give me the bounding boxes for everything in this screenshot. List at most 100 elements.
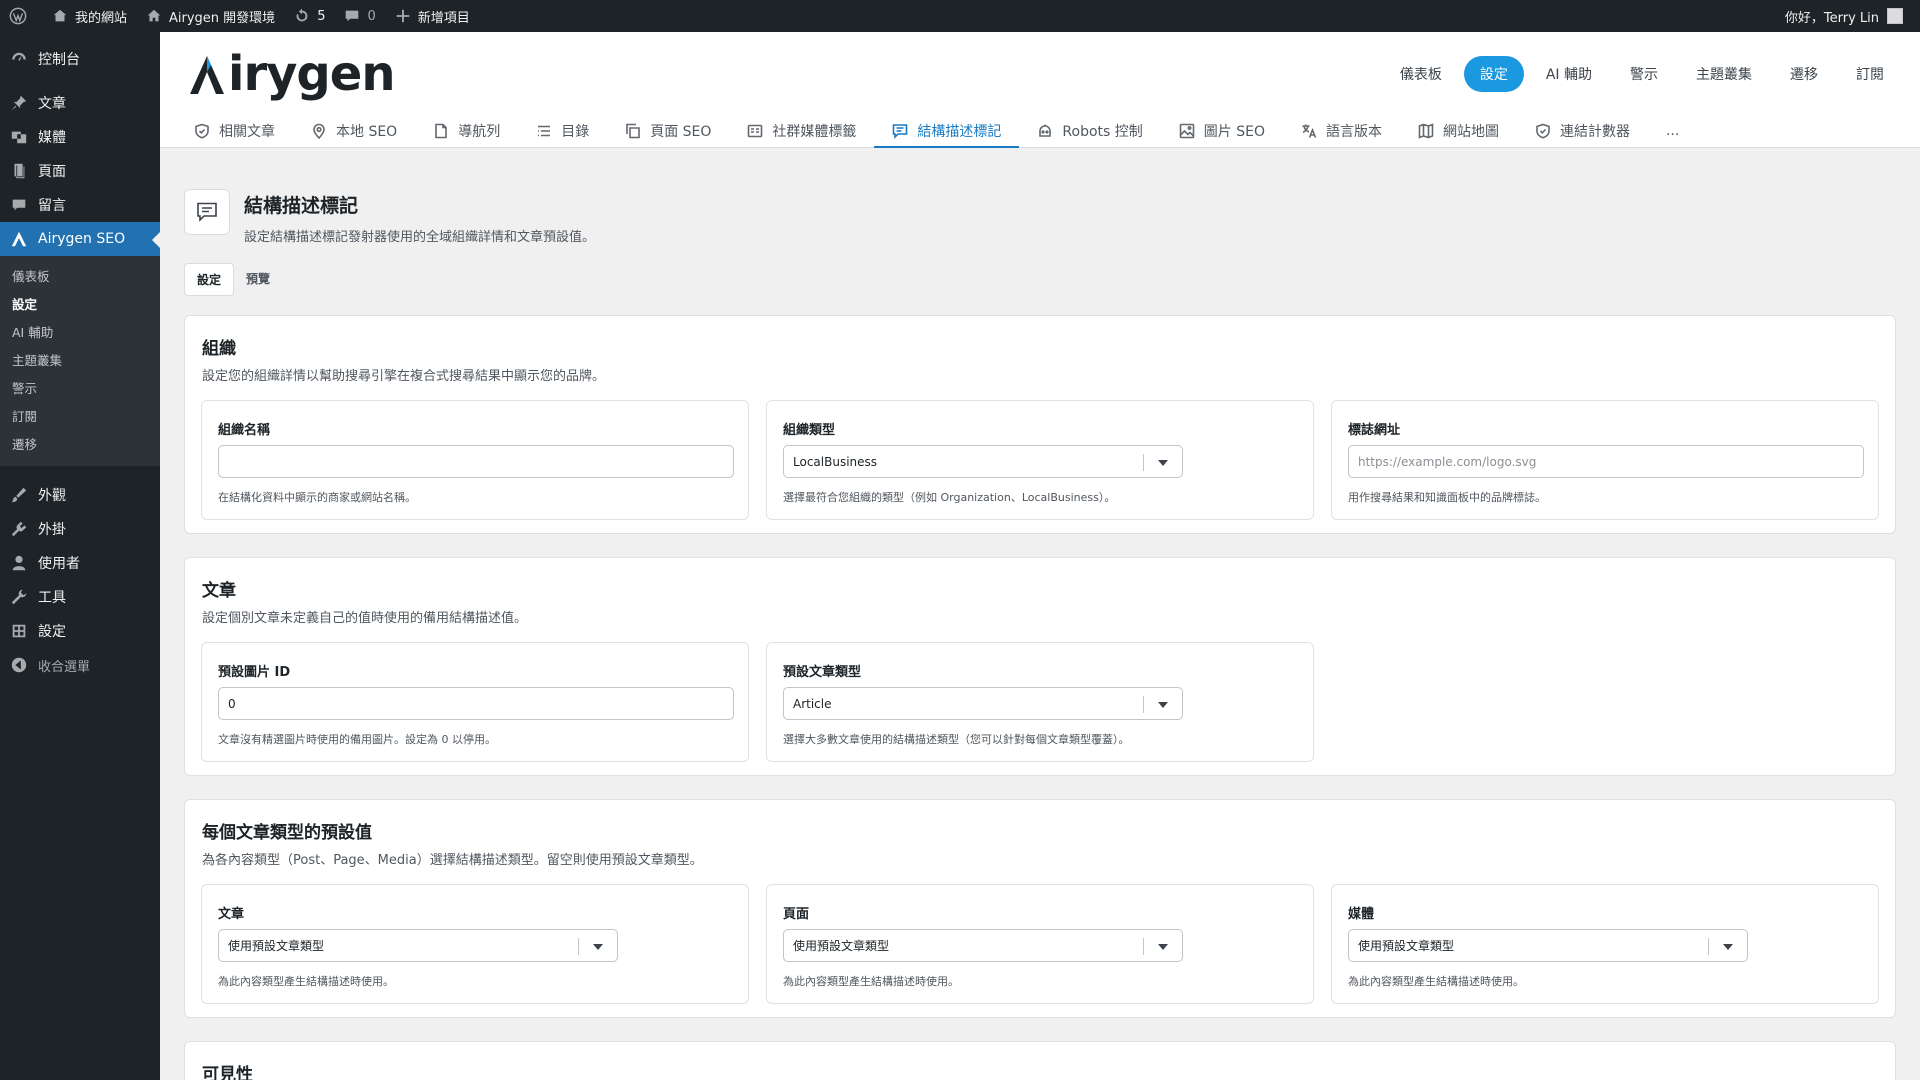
topnav-dashboard[interactable]: 儀表板 (1384, 56, 1458, 92)
tab-image-seo[interactable]: 圖片 SEO (1161, 116, 1283, 148)
settings-tabs: 相關文章 本地 SEO 導航列 目錄 頁面 SEO 社群媒體標籤 結構描述標記 (160, 116, 1920, 148)
sidebar-item-label: 文章 (38, 96, 66, 112)
sidebar-item-media[interactable]: 媒體 (0, 120, 160, 154)
article-type-select[interactable]: Article (783, 687, 1183, 720)
refresh-icon (296, 8, 308, 22)
submenu-item-subscription[interactable]: 訂閱 (0, 403, 160, 431)
tab-toc[interactable]: 目錄 (518, 116, 607, 148)
sidebar-item-appearance[interactable]: 外觀 (0, 478, 160, 512)
collapse-label: 收合選單 (38, 659, 91, 675)
wordpress-logo-button[interactable] (0, 0, 42, 32)
field-label: 文章 (218, 907, 245, 922)
select-separator (1143, 696, 1144, 713)
pages-icon (14, 163, 25, 179)
account-link[interactable]: 你好，Terry Lin (1776, 0, 1912, 32)
sidebar-item-posts[interactable]: 文章 (0, 86, 160, 120)
tab-label: 社群媒體標籤 (772, 124, 857, 140)
tab-label: Robots 控制 (1062, 124, 1143, 140)
sidebar-item-settings[interactable]: 設定 (0, 614, 160, 648)
sidebar-item-users[interactable]: 使用者 (0, 546, 160, 580)
submenu-item-ai[interactable]: AI 輔助 (0, 319, 160, 347)
logo-url-input[interactable] (1348, 445, 1864, 478)
user-icon (12, 555, 26, 571)
sidebar-item-label: 外觀 (38, 488, 66, 504)
submenu-item-clusters[interactable]: 主題叢集 (0, 347, 160, 375)
new-item-label: 新增項目 (417, 10, 470, 26)
topnav-clusters[interactable]: 主題叢集 (1680, 56, 1768, 92)
main-content: 結構描述標記 設定結構描述標記發射器使用的全域組織詳情和文章預設值。 設定 預覽… (160, 149, 1920, 1080)
post-type-field: 文章 使用預設文章類型 為此內容類型產生結構描述時使用。 (201, 884, 749, 1004)
tab-sitemap[interactable]: 網站地圖 (1400, 116, 1517, 148)
tab-robots[interactable]: Robots 控制 (1019, 116, 1160, 148)
field-help: 為此內容類型產生結構描述時使用。 (218, 975, 394, 988)
field-help: 文章沒有精選圖片時使用的備用圖片。設定為 0 以停用。 (218, 733, 496, 746)
site-name-label: 我的網站 (75, 10, 128, 26)
sidebar-item-label: 控制台 (38, 52, 80, 68)
submenu-item-migration[interactable]: 遷移 (0, 431, 160, 459)
tab-label: 連結計數器 (1559, 124, 1630, 140)
tab-breadcrumbs[interactable]: 導航列 (415, 116, 518, 148)
tab-link-counter[interactable]: 連結計數器 (1517, 116, 1648, 148)
chevron-down-icon (593, 944, 603, 950)
sidebar-item-dashboard[interactable]: 控制台 (0, 42, 160, 76)
tab-social[interactable]: 社群媒體標籤 (729, 116, 874, 148)
comments-count: 0 (367, 8, 376, 24)
page-schema-select[interactable]: 使用預設文章類型 (783, 929, 1183, 962)
field-label: 預設文章類型 (783, 665, 862, 680)
org-type-select[interactable]: LocalBusiness (783, 445, 1183, 478)
comments-link[interactable]: 0 (334, 0, 384, 32)
tab-related-posts[interactable]: 相關文章 (176, 116, 293, 148)
updates-link[interactable]: 5 (284, 0, 334, 32)
comment-icon (346, 10, 359, 22)
env-name-label: Airygen 開發環境 (169, 10, 276, 26)
select-value: Article (793, 696, 832, 711)
select-value: LocalBusiness (793, 454, 878, 469)
pin-icon (11, 95, 27, 111)
submenu-item-settings[interactable]: 設定 (0, 291, 160, 319)
sidebar-item-tools[interactable]: 工具 (0, 580, 160, 614)
tab-page-seo[interactable]: 頁面 SEO (607, 116, 729, 148)
topnav-ai[interactable]: AI 輔助 (1530, 56, 1608, 92)
topnav-migration[interactable]: 遷移 (1774, 56, 1834, 92)
sidebar-item-airygen-seo[interactable]: Airygen SEO (0, 222, 160, 256)
subtab-preview[interactable]: 預覽 (234, 263, 282, 296)
topnav-alerts[interactable]: 警示 (1614, 56, 1674, 92)
page-title: 結構描述標記 (244, 195, 359, 217)
subtab-settings[interactable]: 設定 (184, 263, 235, 296)
media-schema-select[interactable]: 使用預設文章類型 (1348, 929, 1748, 962)
submenu-item-alerts[interactable]: 警示 (0, 375, 160, 403)
sidebar-item-label: 工具 (38, 590, 66, 606)
tab-label: 網站地圖 (1442, 124, 1499, 140)
site-name-link[interactable]: 我的網站 (42, 0, 136, 32)
default-image-input[interactable] (218, 687, 734, 720)
sidebar-item-pages[interactable]: 頁面 (0, 154, 160, 188)
translate-icon (1302, 124, 1317, 138)
org-name-input[interactable] (218, 445, 734, 478)
sidebar-item-label: Airygen SEO (38, 231, 126, 247)
avatar (1887, 8, 1903, 24)
post-schema-select[interactable]: 使用預設文章類型 (218, 929, 618, 962)
tab-schema[interactable]: 結構描述標記 (874, 116, 1020, 148)
sidebar-item-label: 設定 (38, 624, 66, 640)
tab-more[interactable]: ... (1648, 116, 1697, 148)
article-panel: 文章 設定個別文章未定義自己的值時使用的備用結構描述值。 預設圖片 ID 文章沒… (184, 557, 1896, 776)
collapse-menu-button[interactable]: 收合選單 (0, 648, 160, 682)
sidebar-item-plugins[interactable]: 外掛 (0, 512, 160, 546)
tab-local-seo[interactable]: 本地 SEO (293, 116, 415, 148)
tab-label: 相關文章 (219, 124, 275, 140)
shield-icon (195, 123, 209, 139)
field-label: 組織類型 (783, 423, 836, 438)
submenu-item-dashboard[interactable]: 儀表板 (0, 263, 160, 291)
sidebar-item-comments[interactable]: 留言 (0, 188, 160, 222)
section-description: 為各內容類型（Post、Page、Media）選擇結構描述類型。留空則使用預設文… (202, 853, 703, 868)
topnav-subscription[interactable]: 訂閱 (1840, 56, 1900, 92)
env-name-link[interactable]: Airygen 開發環境 (136, 0, 284, 32)
topnav-settings[interactable]: 設定 (1463, 56, 1524, 92)
tab-label: 語言版本 (1325, 124, 1382, 140)
shield-check-icon (1536, 123, 1550, 139)
tab-languages[interactable]: 語言版本 (1283, 116, 1400, 148)
new-item-link[interactable]: 新增項目 (385, 0, 479, 32)
admin-sidebar: 控制台 文章 媒體 頁面 留言 Airygen SEO 儀表板 設定 AI 輔助… (0, 32, 160, 1080)
field-help: 為此內容類型產生結構描述時使用。 (783, 975, 959, 988)
field-label: 媒體 (1348, 907, 1375, 922)
